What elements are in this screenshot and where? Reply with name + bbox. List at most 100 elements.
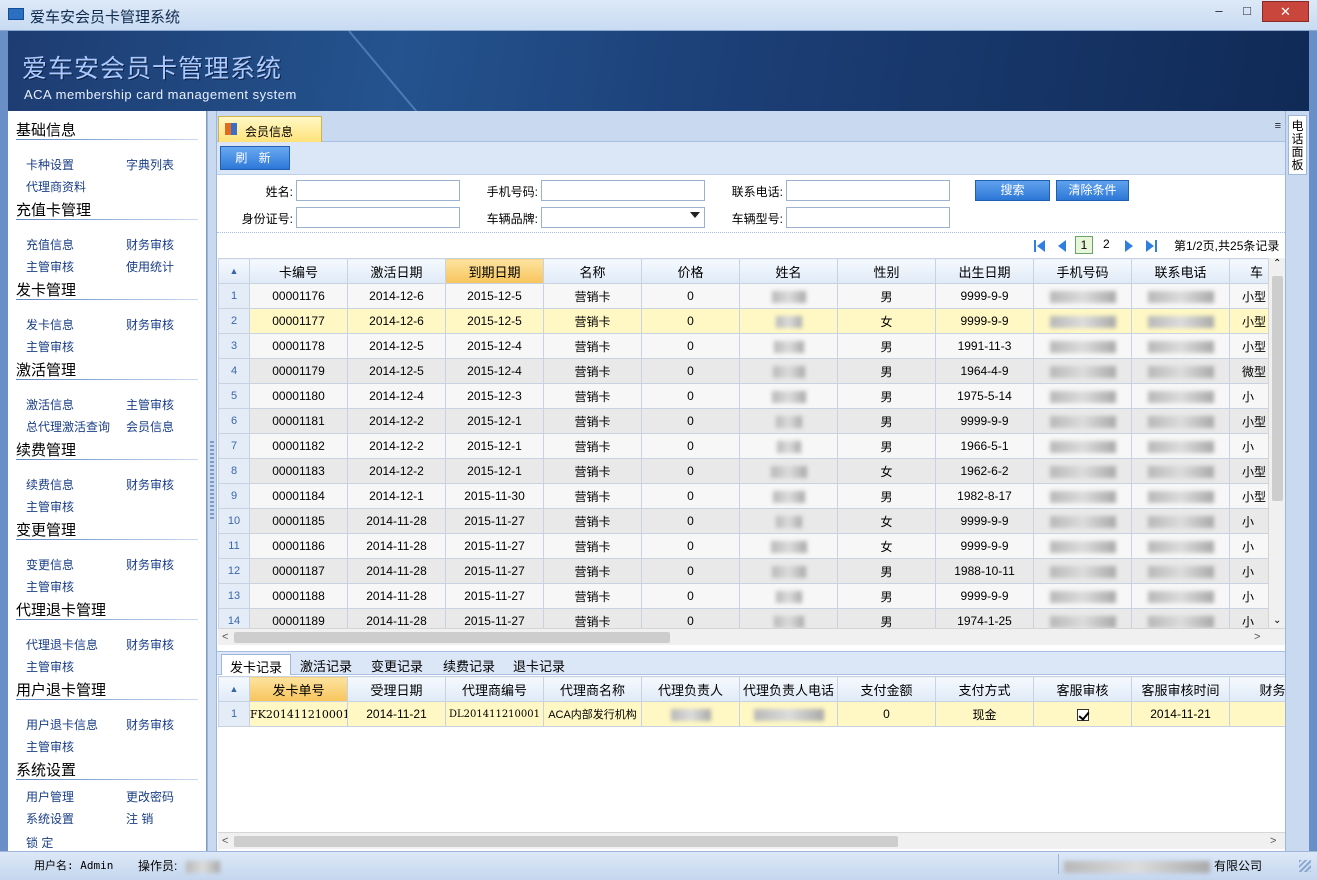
table-row[interactable]: 10 00001185 2014-11-28 2015-11-27 营销卡 0 女 9999-… (218, 508, 1268, 534)
col-cs-audit-time[interactable]: 客服审核时间 (1131, 676, 1230, 702)
tab-member-info[interactable]: 会员信息 (218, 116, 322, 142)
table-row[interactable]: 11 00001186 2014-11-28 2015-11-27 营销卡 0 女 9999-… (218, 533, 1268, 559)
sidebar-item-finance-audit[interactable]: 财务审核 (126, 316, 174, 333)
col-birth-date[interactable]: 出生日期 (935, 258, 1034, 284)
car-brand-select[interactable] (541, 207, 705, 228)
sidebar-item-dictionary[interactable]: 字典列表 (126, 156, 174, 173)
col-agent-name[interactable]: 代理商名称 (543, 676, 642, 702)
table-row[interactable]: 4 00001179 2014-12-5 2015-12-4 营销卡 0 男 1964-4-9… (218, 358, 1268, 384)
contact-input[interactable] (786, 180, 950, 201)
sidebar-item-agent-info[interactable]: 代理商资料 (26, 178, 86, 195)
sidebar-item-user-management[interactable]: 用户管理 (26, 788, 74, 805)
col-agent-manager-phone[interactable]: 代理负责人电话 (739, 676, 838, 702)
sidebar-item-user-refund-info[interactable]: 用户退卡信息 (26, 716, 98, 733)
sidebar-item-change-info[interactable]: 变更信息 (26, 556, 74, 573)
clear-conditions-button[interactable]: 清除条件 (1056, 180, 1129, 201)
sidebar-item-finance-audit[interactable]: 财务审核 (126, 476, 174, 493)
sidebar-item-agent-activation-query[interactable]: 总代理激活查询 (26, 418, 110, 435)
col-activation-date[interactable]: 激活日期 (347, 258, 446, 284)
sidebar-item-finance-audit[interactable]: 财务审核 (126, 636, 174, 653)
minimize-button[interactable]: – (1206, 1, 1232, 22)
sidebar-item-system-settings[interactable]: 系统设置 (26, 810, 74, 827)
sidebar-item-issue-info[interactable]: 发卡信息 (26, 316, 74, 333)
first-page-icon[interactable] (1034, 240, 1036, 252)
tab-change-records[interactable]: 变更记录 (363, 654, 431, 675)
col-pay-amount[interactable]: 支付金额 (837, 676, 936, 702)
col-agent-manager[interactable]: 代理负责人 (641, 676, 740, 702)
phone-input[interactable] (541, 180, 705, 201)
last-page-icon[interactable] (1155, 240, 1157, 252)
page-button-2[interactable]: 2 (1103, 237, 1110, 251)
col-card-name[interactable]: 名称 (543, 258, 642, 284)
sidebar-splitter[interactable] (207, 111, 217, 851)
col-car[interactable]: 车 (1229, 258, 1268, 284)
close-button[interactable]: ✕ (1262, 1, 1309, 22)
col-cs-audit[interactable]: 客服审核 (1033, 676, 1132, 702)
sidebar-item-renewal-info[interactable]: 续费信息 (26, 476, 74, 493)
search-button[interactable]: 搜索 (975, 180, 1050, 201)
table-row[interactable]: 9 00001184 2014-12-1 2015-11-30 营销卡 0 男 1982-8-… (218, 483, 1268, 509)
sidebar-item-manager-audit[interactable]: 主管审核 (26, 658, 74, 675)
tab-issue-records[interactable]: 发卡记录 (221, 654, 292, 675)
col-expiry-date[interactable]: 到期日期 (445, 258, 544, 284)
sidebar-item-usage-stats[interactable]: 使用统计 (126, 258, 174, 275)
finance-audit-cell[interactable] (1229, 701, 1285, 727)
maximize-button[interactable]: □ (1234, 1, 1260, 22)
table-row[interactable]: 7 00001182 2014-12-2 2015-12-1 营销卡 0 男 1966-5-1… (218, 433, 1268, 459)
sidebar-item-logout[interactable]: 注 销 (126, 810, 153, 827)
row-select-icon[interactable]: ▲ (218, 676, 250, 702)
table-row[interactable]: 1 FK201411210001 2014-11-21 DL2014112100… (218, 701, 1285, 727)
refresh-button[interactable]: 刷 新 (220, 146, 290, 170)
col-pay-method[interactable]: 支付方式 (935, 676, 1034, 702)
next-page-icon[interactable] (1125, 240, 1133, 252)
sidebar-item-activation-info[interactable]: 激活信息 (26, 396, 74, 413)
col-contact-phone[interactable]: 联系电话 (1131, 258, 1230, 284)
table-row[interactable]: 1 00001176 2014-12-6 2015-12-5 营销卡 0 男 9999-9-9… (218, 283, 1268, 309)
member-grid-hscroll[interactable]: < > (218, 628, 1285, 645)
issue-grid-hscroll[interactable]: < > (218, 832, 1285, 849)
sidebar-item-member-info[interactable]: 会员信息 (126, 418, 174, 435)
id-number-input[interactable] (296, 207, 460, 228)
col-price[interactable]: 价格 (641, 258, 740, 284)
table-row[interactable]: 8 00001183 2014-12-2 2015-12-1 营销卡 0 女 1962-6-2… (218, 458, 1268, 484)
tab-activation-records[interactable]: 激活记录 (292, 654, 360, 675)
table-row[interactable]: 12 00001187 2014-11-28 2015-11-27 营销卡 0 男 1988-… (218, 558, 1268, 584)
page-button-1[interactable]: 1 (1075, 236, 1093, 254)
car-model-input[interactable] (786, 207, 950, 228)
row-select-icon[interactable]: ▲ (218, 258, 250, 284)
last-page-arrow-icon[interactable] (1146, 240, 1154, 252)
table-row[interactable]: 14 00001189 2014-11-28 2015-11-27 营销卡 0 男 1974-… (218, 608, 1268, 628)
table-row[interactable]: 2 00001177 2014-12-6 2015-12-5 营销卡 0 女 9999-9-9… (218, 308, 1268, 334)
col-card-no[interactable]: 卡编号 (249, 258, 348, 284)
col-issue-order[interactable]: 发卡单号 (249, 676, 348, 702)
table-row[interactable]: 3 00001178 2014-12-5 2015-12-4 营销卡 0 男 1991-11-… (218, 333, 1268, 359)
col-mobile[interactable]: 手机号码 (1033, 258, 1132, 284)
prev-page-icon[interactable] (1058, 240, 1066, 252)
phone-panel-tab[interactable]: 电话面板 (1288, 115, 1307, 175)
member-grid-vscroll[interactable]: ⌃ ⌄ (1268, 258, 1285, 628)
checkbox-checked-icon[interactable] (1076, 708, 1089, 721)
sidebar-item-finance-audit[interactable]: 财务审核 (126, 556, 174, 573)
tab-refund-records[interactable]: 退卡记录 (505, 654, 573, 675)
sidebar-item-manager-audit[interactable]: 主管审核 (26, 738, 74, 755)
table-row[interactable]: 13 00001188 2014-11-28 2015-11-27 营销卡 0 男 9999-… (218, 583, 1268, 609)
sidebar-item-manager-audit[interactable]: 主管审核 (26, 338, 74, 355)
name-input[interactable] (296, 180, 460, 201)
sidebar-item-lock[interactable]: 锁 定 (26, 834, 53, 851)
first-page-arrow-icon[interactable] (1037, 240, 1045, 252)
table-row[interactable]: 6 00001181 2014-12-2 2015-12-1 营销卡 0 男 9999-9-9… (218, 408, 1268, 434)
col-member-name[interactable]: 姓名 (739, 258, 838, 284)
sidebar-item-change-password[interactable]: 更改密码 (126, 788, 174, 805)
sidebar-item-finance-audit[interactable]: 财务审核 (126, 236, 174, 253)
col-gender[interactable]: 性别 (837, 258, 936, 284)
sidebar-item-manager-audit[interactable]: 主管审核 (26, 258, 74, 275)
sidebar-item-finance-audit[interactable]: 财务审核 (126, 716, 174, 733)
table-row[interactable]: 5 00001180 2014-12-4 2015-12-3 营销卡 0 男 1975-5-1… (218, 383, 1268, 409)
cs-audit-cell[interactable] (1033, 701, 1132, 727)
col-accept-date[interactable]: 受理日期 (347, 676, 446, 702)
resize-grip-icon[interactable] (1299, 860, 1311, 872)
sidebar-item-manager-audit[interactable]: 主管审核 (26, 498, 74, 515)
sidebar-item-card-types[interactable]: 卡种设置 (26, 156, 74, 173)
sidebar-item-manager-audit[interactable]: 主管审核 (26, 578, 74, 595)
col-finance-audit[interactable]: 财务审 (1229, 676, 1285, 702)
